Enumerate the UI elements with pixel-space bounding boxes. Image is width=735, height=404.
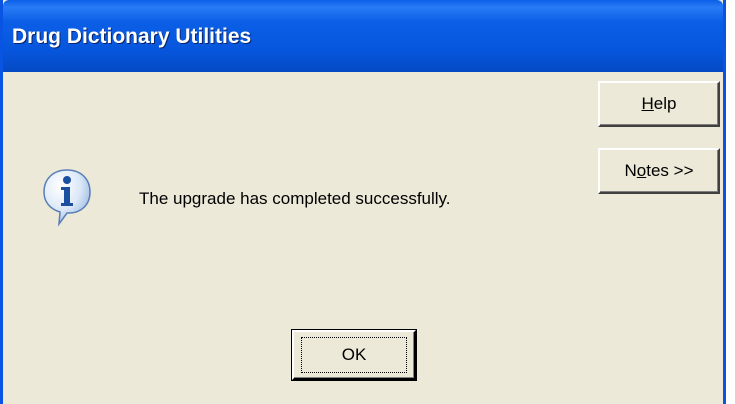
dialog-body: Help No tes >> The upgrade has completed … xyxy=(3,72,723,404)
notes-label-rest: tes >> xyxy=(646,161,694,180)
ok-button[interactable]: OK xyxy=(292,330,416,380)
dialog-message: The upgrade has completed successfully. xyxy=(139,189,451,208)
notes-button[interactable]: No tes >> xyxy=(598,148,720,194)
dialog-window: Drug Dictionary Utilities Help No tes >> … xyxy=(0,0,726,404)
information-icon xyxy=(41,167,93,227)
ok-focus-rect: OK xyxy=(301,337,407,373)
help-label: elp xyxy=(653,94,677,113)
title-bar[interactable]: Drug Dictionary Utilities xyxy=(3,0,723,72)
notes-label-start: N xyxy=(624,161,637,180)
help-accelerator: H xyxy=(641,94,654,113)
ok-label: OK xyxy=(341,345,367,364)
notes-accelerator: o xyxy=(636,161,647,180)
help-button[interactable]: Help xyxy=(598,81,720,127)
window-title: Drug Dictionary Utilities xyxy=(12,25,252,48)
